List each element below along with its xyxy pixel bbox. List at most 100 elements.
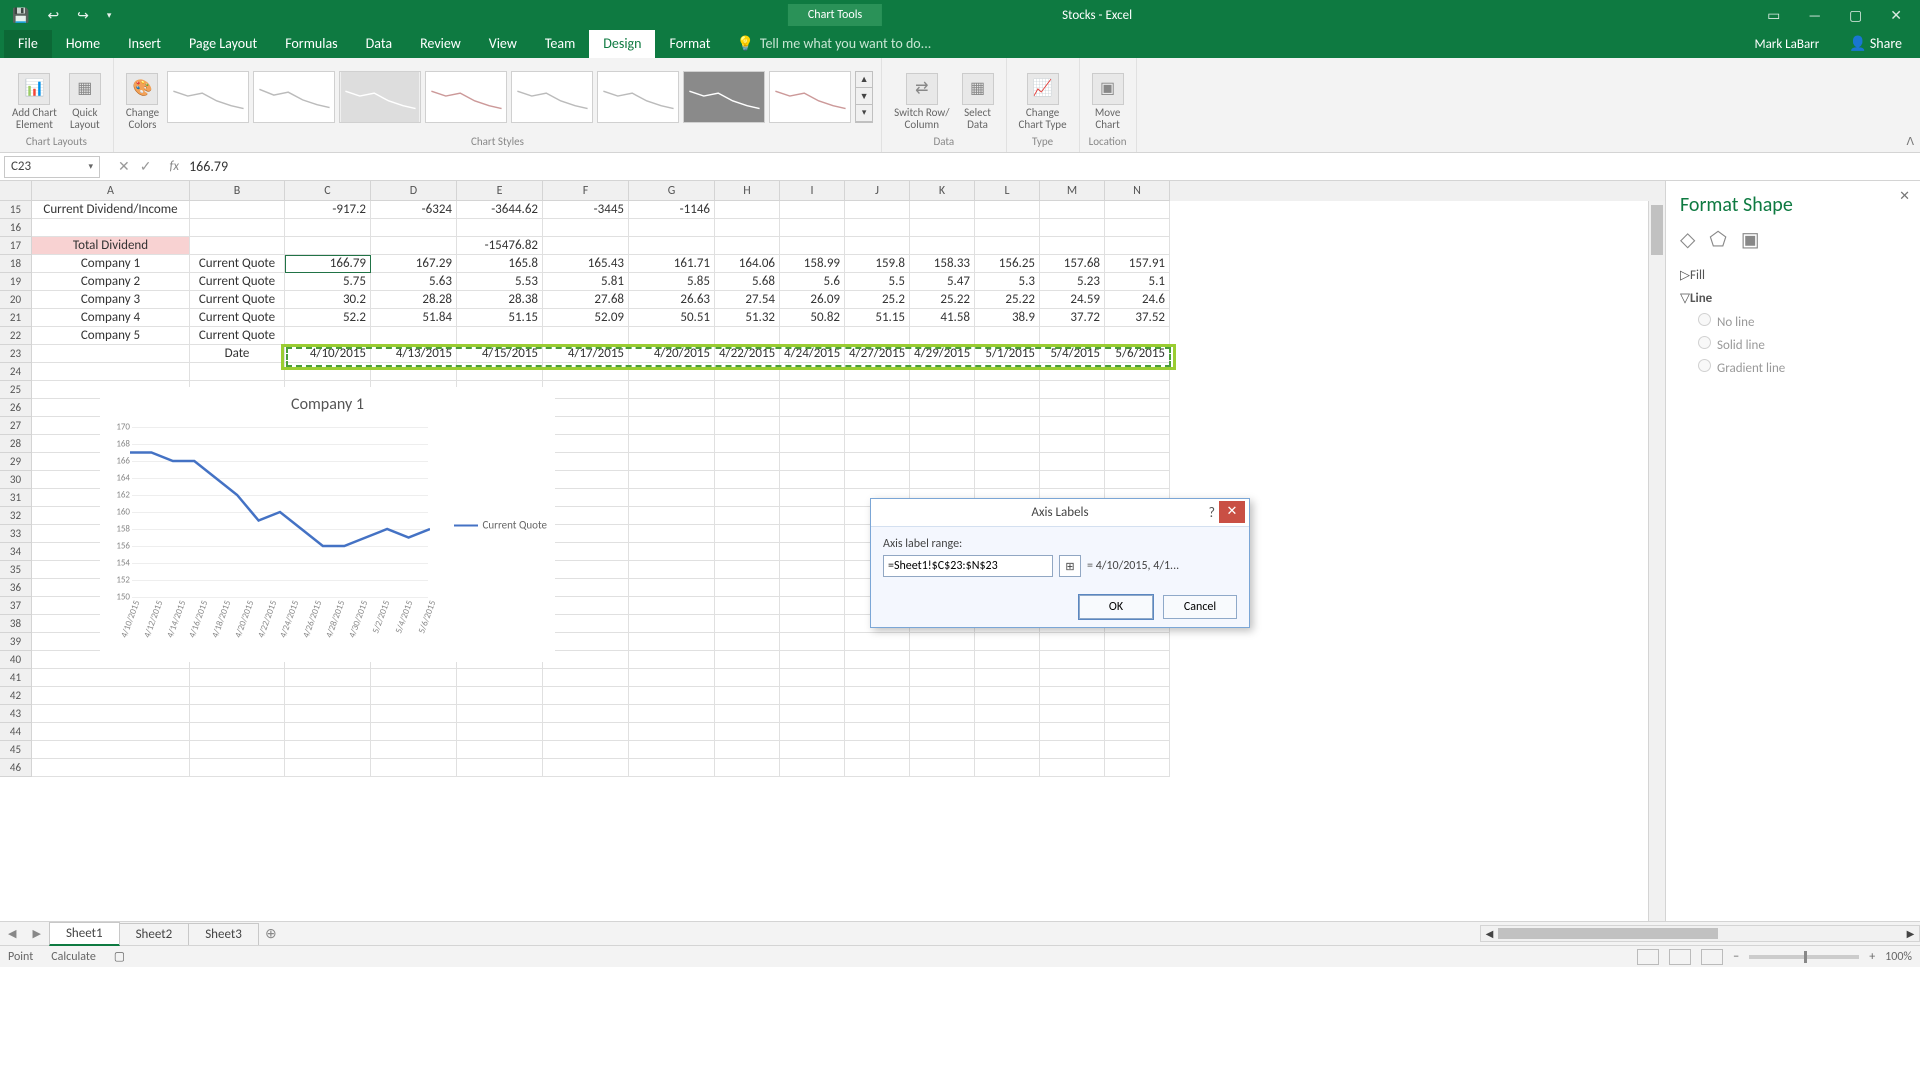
- tab-review[interactable]: Review: [406, 29, 475, 58]
- cell[interactable]: -6324: [371, 201, 457, 219]
- cell[interactable]: [457, 741, 543, 759]
- cell[interactable]: [780, 237, 845, 255]
- tab-data[interactable]: Data: [352, 29, 406, 58]
- cell[interactable]: [910, 381, 975, 399]
- cell[interactable]: [371, 669, 457, 687]
- cell[interactable]: [285, 741, 371, 759]
- cell[interactable]: [715, 561, 780, 579]
- save-icon[interactable]: 💾: [12, 7, 29, 24]
- cell[interactable]: [845, 759, 910, 777]
- cell[interactable]: [1040, 399, 1105, 417]
- cell[interactable]: 4/27/2015: [845, 345, 910, 363]
- cell[interactable]: 157.91: [1105, 255, 1170, 273]
- cell[interactable]: 4/22/2015: [715, 345, 780, 363]
- row-header[interactable]: 21: [0, 309, 32, 327]
- cell[interactable]: [543, 327, 629, 345]
- cell[interactable]: [715, 201, 780, 219]
- row-header[interactable]: 17: [0, 237, 32, 255]
- cell[interactable]: [543, 741, 629, 759]
- cell[interactable]: [845, 399, 910, 417]
- cell[interactable]: [845, 327, 910, 345]
- cell[interactable]: [543, 651, 629, 669]
- cell[interactable]: [975, 687, 1040, 705]
- cell[interactable]: [629, 597, 715, 615]
- cell[interactable]: [975, 471, 1040, 489]
- cell[interactable]: [780, 723, 845, 741]
- cell[interactable]: [457, 669, 543, 687]
- col-header-E[interactable]: E: [457, 181, 543, 201]
- cell[interactable]: [975, 435, 1040, 453]
- cell[interactable]: [1105, 705, 1170, 723]
- cell[interactable]: 51.15: [457, 309, 543, 327]
- cell[interactable]: [371, 705, 457, 723]
- cell[interactable]: [285, 759, 371, 777]
- cell[interactable]: 5/6/2015: [1105, 345, 1170, 363]
- row-header[interactable]: 31: [0, 489, 32, 507]
- vscroll-thumb[interactable]: [1651, 205, 1663, 255]
- cell[interactable]: [285, 723, 371, 741]
- cell[interactable]: [845, 453, 910, 471]
- cell[interactable]: Current Quote: [190, 309, 285, 327]
- line-accordion[interactable]: ▽Line: [1680, 287, 1906, 310]
- cell[interactable]: 4/10/2015: [285, 345, 371, 363]
- cell[interactable]: [780, 615, 845, 633]
- cell[interactable]: [975, 705, 1040, 723]
- cell[interactable]: [715, 741, 780, 759]
- cell[interactable]: [629, 633, 715, 651]
- cell[interactable]: [32, 723, 190, 741]
- cell[interactable]: [975, 651, 1040, 669]
- cell[interactable]: [845, 669, 910, 687]
- row-header[interactable]: 22: [0, 327, 32, 345]
- cell[interactable]: 5.68: [715, 273, 780, 291]
- chart-style-2[interactable]: [253, 71, 335, 123]
- cell[interactable]: [910, 363, 975, 381]
- cell[interactable]: Total Dividend: [32, 237, 190, 255]
- cell[interactable]: 4/20/2015: [629, 345, 715, 363]
- cancel-formula-icon[interactable]: ✕: [118, 158, 130, 175]
- tab-formulas[interactable]: Formulas: [271, 29, 351, 58]
- cell[interactable]: 158.99: [780, 255, 845, 273]
- sheet-tab-3[interactable]: Sheet3: [188, 923, 259, 945]
- cell[interactable]: [629, 723, 715, 741]
- cell[interactable]: [190, 669, 285, 687]
- add-chart-element-button[interactable]: 📊Add Chart Element: [8, 71, 61, 133]
- cell[interactable]: [543, 723, 629, 741]
- worksheet-grid[interactable]: A B C D E F G H I J K L M N 15Current Di…: [0, 181, 1665, 921]
- cell[interactable]: Company 3: [32, 291, 190, 309]
- cell[interactable]: [543, 597, 629, 615]
- cell[interactable]: [190, 237, 285, 255]
- cell[interactable]: [1040, 363, 1105, 381]
- cell[interactable]: [1105, 453, 1170, 471]
- cell[interactable]: [780, 507, 845, 525]
- cell[interactable]: 5.23: [1040, 273, 1105, 291]
- cell[interactable]: [1105, 327, 1170, 345]
- cell[interactable]: [629, 237, 715, 255]
- row-header[interactable]: 33: [0, 525, 32, 543]
- cell[interactable]: 28.38: [457, 291, 543, 309]
- cell[interactable]: [457, 723, 543, 741]
- cell[interactable]: 4/15/2015: [457, 345, 543, 363]
- cell[interactable]: [845, 237, 910, 255]
- cell[interactable]: 25.22: [975, 291, 1040, 309]
- cell[interactable]: [629, 489, 715, 507]
- cell[interactable]: [780, 561, 845, 579]
- chart-style-8[interactable]: [769, 71, 851, 123]
- row-header[interactable]: 43: [0, 705, 32, 723]
- cell[interactable]: [910, 687, 975, 705]
- cell[interactable]: 5.85: [629, 273, 715, 291]
- cell[interactable]: [845, 705, 910, 723]
- col-header-J[interactable]: J: [845, 181, 910, 201]
- cell[interactable]: [780, 417, 845, 435]
- cell[interactable]: [190, 705, 285, 723]
- chart-style-3[interactable]: [339, 71, 421, 123]
- cell[interactable]: [975, 759, 1040, 777]
- cell[interactable]: [190, 687, 285, 705]
- cell[interactable]: [629, 399, 715, 417]
- cell[interactable]: [543, 633, 629, 651]
- cell[interactable]: Date: [190, 345, 285, 363]
- cell[interactable]: 5.6: [780, 273, 845, 291]
- cell[interactable]: [1105, 687, 1170, 705]
- cell[interactable]: 5.47: [910, 273, 975, 291]
- cell[interactable]: [845, 651, 910, 669]
- share-button[interactable]: 👤 Share: [1831, 29, 1920, 58]
